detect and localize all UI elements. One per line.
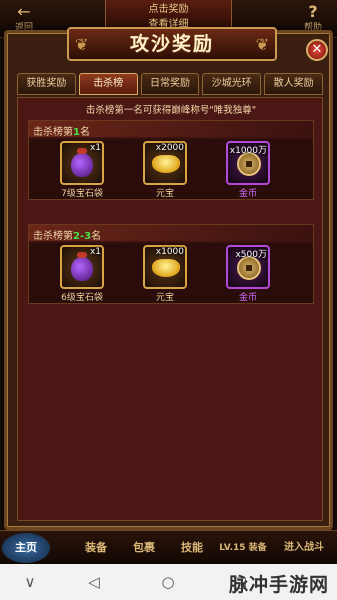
watermark: 脉冲手游网	[228, 574, 329, 596]
section-title: 击杀榜第2-3名	[33, 227, 101, 242]
item-slot: x1000	[143, 245, 187, 289]
item-qty: x1	[89, 247, 101, 257]
reward-items: x1 7级宝石袋 x2000 元宝 x1000万 金币	[29, 139, 313, 199]
nav-home-icon[interactable]: ○	[156, 570, 180, 594]
reward-item[interactable]: x1000万 金币	[222, 141, 274, 199]
item-qty: x500万	[235, 250, 267, 260]
tab-castle-aura[interactable]: 沙城光环	[202, 73, 262, 95]
menu-down-icon[interactable]: ∨	[18, 570, 42, 594]
tab-victory-reward[interactable]: 获胜奖励	[17, 73, 76, 95]
reward-dialog: ❦ 攻沙奖励 ❦ ✕ 获胜奖励 击杀榜 日常奖励 沙城光环 散人奖励 击杀榜第一…	[4, 27, 333, 530]
item-qty: x1000万	[229, 146, 267, 156]
item-name: 金币	[238, 293, 257, 303]
tab-bar: 获胜奖励 击杀榜 日常奖励 沙城光环 散人奖励	[17, 73, 323, 97]
gold-ingot-icon	[152, 259, 180, 277]
dragon-ornament-left-icon: ❦	[75, 35, 89, 54]
dialog-title-plaque: ❦ 攻沙奖励 ❦	[67, 27, 277, 61]
title-prefix: 击杀榜第	[33, 231, 73, 242]
section-header: 击杀榜第1名	[29, 121, 313, 138]
reward-item[interactable]: x1000 元宝	[139, 245, 191, 303]
help-icon: ?	[308, 2, 318, 21]
rank-section-2: 击杀榜第2-3名 x1 6级宝石袋 x1000 元宝 x500万 金币	[28, 224, 314, 304]
notice-text: 击杀榜第一名可获得巅峰称号"唯我独尊"	[85, 105, 257, 116]
reward-item[interactable]: x500万 金币	[222, 245, 274, 303]
top-center-banner[interactable]: 点击奖励 查看详细	[105, 0, 232, 30]
reward-item[interactable]: x1 6级宝石袋	[56, 245, 108, 303]
enter-battle-button[interactable]: 进入战斗	[276, 533, 332, 563]
home-button[interactable]: 主页	[2, 533, 50, 563]
reward-item[interactable]: x2000 元宝	[139, 141, 191, 199]
item-slot: x1	[60, 141, 104, 185]
bottom-menu: 主页 装备 包裹 技能 LV.15 装备 进入战斗	[0, 530, 337, 564]
item-name: 元宝	[155, 189, 174, 199]
tab-daily-reward[interactable]: 日常奖励	[140, 73, 200, 95]
section-header: 击杀榜第2-3名	[29, 225, 313, 242]
gold-ingot-icon	[152, 155, 180, 173]
title-prefix: 击杀榜第	[33, 127, 73, 138]
item-qty: x1	[89, 143, 101, 153]
gem-bag-icon	[71, 148, 93, 177]
item-qty: x2000	[155, 143, 184, 153]
item-slot: x1000万	[226, 141, 270, 185]
back-arrow-icon: ←	[17, 2, 31, 21]
item-name: 金币	[238, 189, 257, 199]
item-slot: x1	[60, 245, 104, 289]
tab-content: 击杀榜第一名可获得巅峰称号"唯我独尊" 击杀榜第1名 x1 7级宝石袋 x200	[17, 97, 323, 521]
item-qty: x1000	[155, 247, 184, 257]
rank-section-1: 击杀榜第1名 x1 7级宝石袋 x2000 元宝 x1000万 金币	[28, 120, 314, 200]
item-name: 7级宝石袋	[61, 189, 103, 199]
tab-kill-ranking[interactable]: 击杀榜	[78, 73, 138, 95]
skill-button[interactable]: 技能	[174, 533, 210, 563]
reward-item[interactable]: x1 7级宝石袋	[56, 141, 108, 199]
rank-number: 1	[73, 127, 80, 138]
equip-button[interactable]: 装备	[78, 533, 114, 563]
title-suffix: 名	[91, 231, 102, 242]
item-name: 6级宝石袋	[61, 293, 103, 303]
title-suffix: 名	[79, 127, 90, 138]
item-slot: x500万	[226, 245, 270, 289]
dragon-ornament-right-icon: ❦	[255, 35, 269, 54]
banner-line-1: 点击奖励	[148, 4, 189, 15]
gem-bag-icon	[71, 252, 93, 281]
bag-button[interactable]: 包裹	[126, 533, 162, 563]
item-slot: x2000	[143, 141, 187, 185]
rank-number: 2-3	[73, 231, 92, 242]
level-equip-button[interactable]: LV.15 装备	[218, 533, 268, 563]
item-name: 元宝	[155, 293, 174, 303]
reward-items: x1 6级宝石袋 x1000 元宝 x500万 金币	[29, 243, 313, 303]
dialog-title: 攻沙奖励	[129, 33, 214, 55]
section-title: 击杀榜第1名	[33, 123, 90, 138]
close-button[interactable]: ✕	[306, 39, 328, 61]
tab-solo-reward[interactable]: 散人奖励	[264, 73, 323, 95]
nav-back-icon[interactable]: ◁	[82, 570, 106, 594]
